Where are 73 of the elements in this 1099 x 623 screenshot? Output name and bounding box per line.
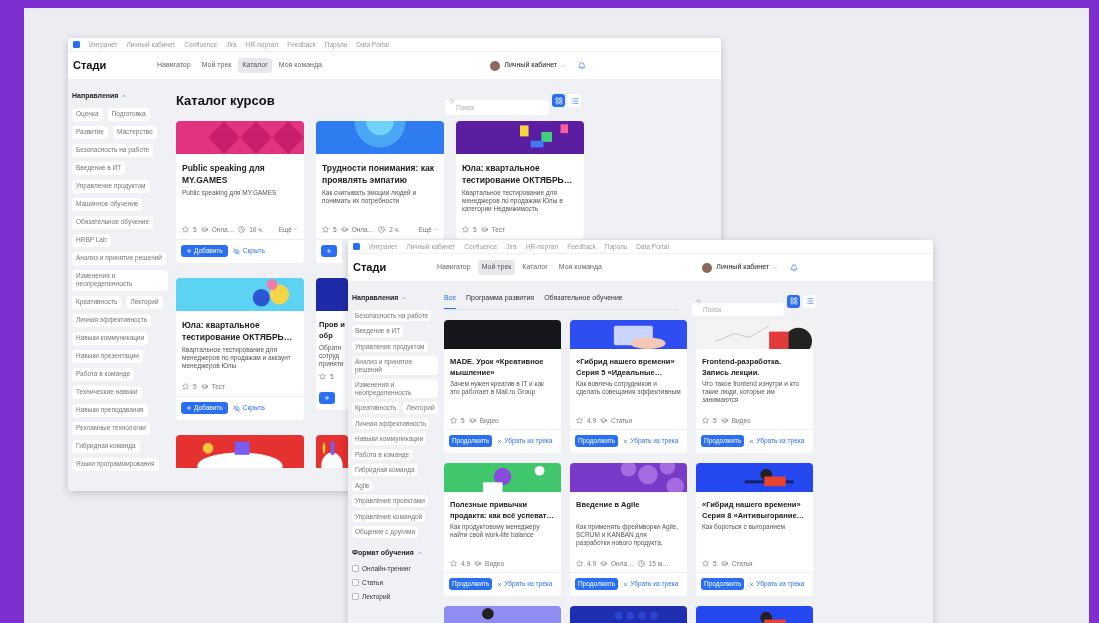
- cover-illustration: [316, 434, 348, 468]
- bell-icon[interactable]: [790, 263, 798, 272]
- checkbox[interactable]: [352, 579, 359, 587]
- close-icon: [623, 581, 629, 587]
- search-icon: [696, 298, 701, 304]
- plus-icon: [186, 405, 192, 411]
- cover-illustration: [316, 277, 348, 311]
- card-title: Public speaking для MY.GAMES: [182, 161, 266, 186]
- cap-icon: [200, 226, 208, 233]
- star-icon: [702, 560, 709, 567]
- list-icon: [570, 96, 579, 105]
- chevron-up-icon: [416, 549, 423, 556]
- chevron-up-icon: [121, 93, 128, 100]
- chevron-down-icon: [293, 227, 298, 232]
- star-icon: [576, 417, 583, 424]
- star-icon: [319, 373, 326, 380]
- avatar-icon: [702, 262, 713, 273]
- avatar-icon: [490, 60, 501, 71]
- page-title: Каталог курсов: [176, 92, 275, 110]
- star-icon: [322, 226, 329, 233]
- close-icon: [623, 438, 629, 444]
- plus-icon: [324, 394, 330, 401]
- cap-icon: [720, 560, 728, 567]
- clock-icon: [637, 560, 645, 567]
- list-view-toggle[interactable]: [568, 94, 581, 108]
- cap-icon: [720, 417, 728, 424]
- logo-icon: [353, 243, 360, 250]
- close-icon: [749, 581, 755, 587]
- brand-name: Стади: [353, 260, 388, 276]
- close-icon: [497, 438, 503, 444]
- star-icon: [182, 383, 189, 390]
- eye-off-icon: [232, 404, 240, 412]
- clock-icon: [378, 226, 386, 233]
- cap-icon: [480, 226, 488, 233]
- cap-icon: [600, 560, 608, 567]
- checkbox[interactable]: [352, 565, 359, 573]
- cap-icon: [200, 383, 208, 390]
- close-icon: [497, 581, 503, 587]
- card-title: Юла: квартальное тестирование ОКТЯБРЬ…: [462, 161, 574, 186]
- close-icon: [749, 438, 755, 444]
- eye-off-icon: [232, 247, 240, 255]
- list-view-toggle[interactable]: [803, 294, 816, 308]
- plus-icon: [326, 248, 332, 254]
- chevron-down-icon: [560, 62, 566, 69]
- cap-icon: [474, 560, 482, 567]
- checkbox[interactable]: [352, 592, 359, 600]
- add-button[interactable]: [321, 245, 337, 257]
- cap-icon: [468, 417, 476, 424]
- star-icon: [462, 226, 469, 233]
- list-icon: [805, 297, 814, 306]
- star-icon: [702, 417, 709, 424]
- star-icon: [450, 417, 457, 424]
- card-title: Юла: квартальное тестирование ОКТЯБРЬ…: [182, 318, 294, 343]
- clock-icon: [238, 226, 246, 233]
- chevron-down-icon: [772, 264, 778, 271]
- search-icon: [449, 98, 454, 104]
- star-icon: [576, 560, 583, 567]
- cap-icon: [600, 417, 608, 424]
- logo-icon: [73, 41, 80, 48]
- grid-view-toggle[interactable]: [787, 294, 800, 308]
- card-title: Трудности понимания: как проявлять эмпатию: [322, 161, 435, 186]
- bell-icon[interactable]: [578, 61, 586, 70]
- brand-name: Стади: [73, 58, 108, 74]
- star-icon: [450, 560, 457, 567]
- star-icon: [182, 226, 189, 233]
- cap-icon: [340, 226, 348, 233]
- grid-view-toggle[interactable]: [552, 94, 565, 108]
- grid-icon: [554, 96, 563, 105]
- add-button[interactable]: [319, 391, 335, 404]
- chevron-down-icon: [433, 227, 438, 232]
- plus-icon: [186, 248, 192, 254]
- chevron-up-icon: [401, 295, 408, 302]
- grid-icon: [789, 297, 798, 306]
